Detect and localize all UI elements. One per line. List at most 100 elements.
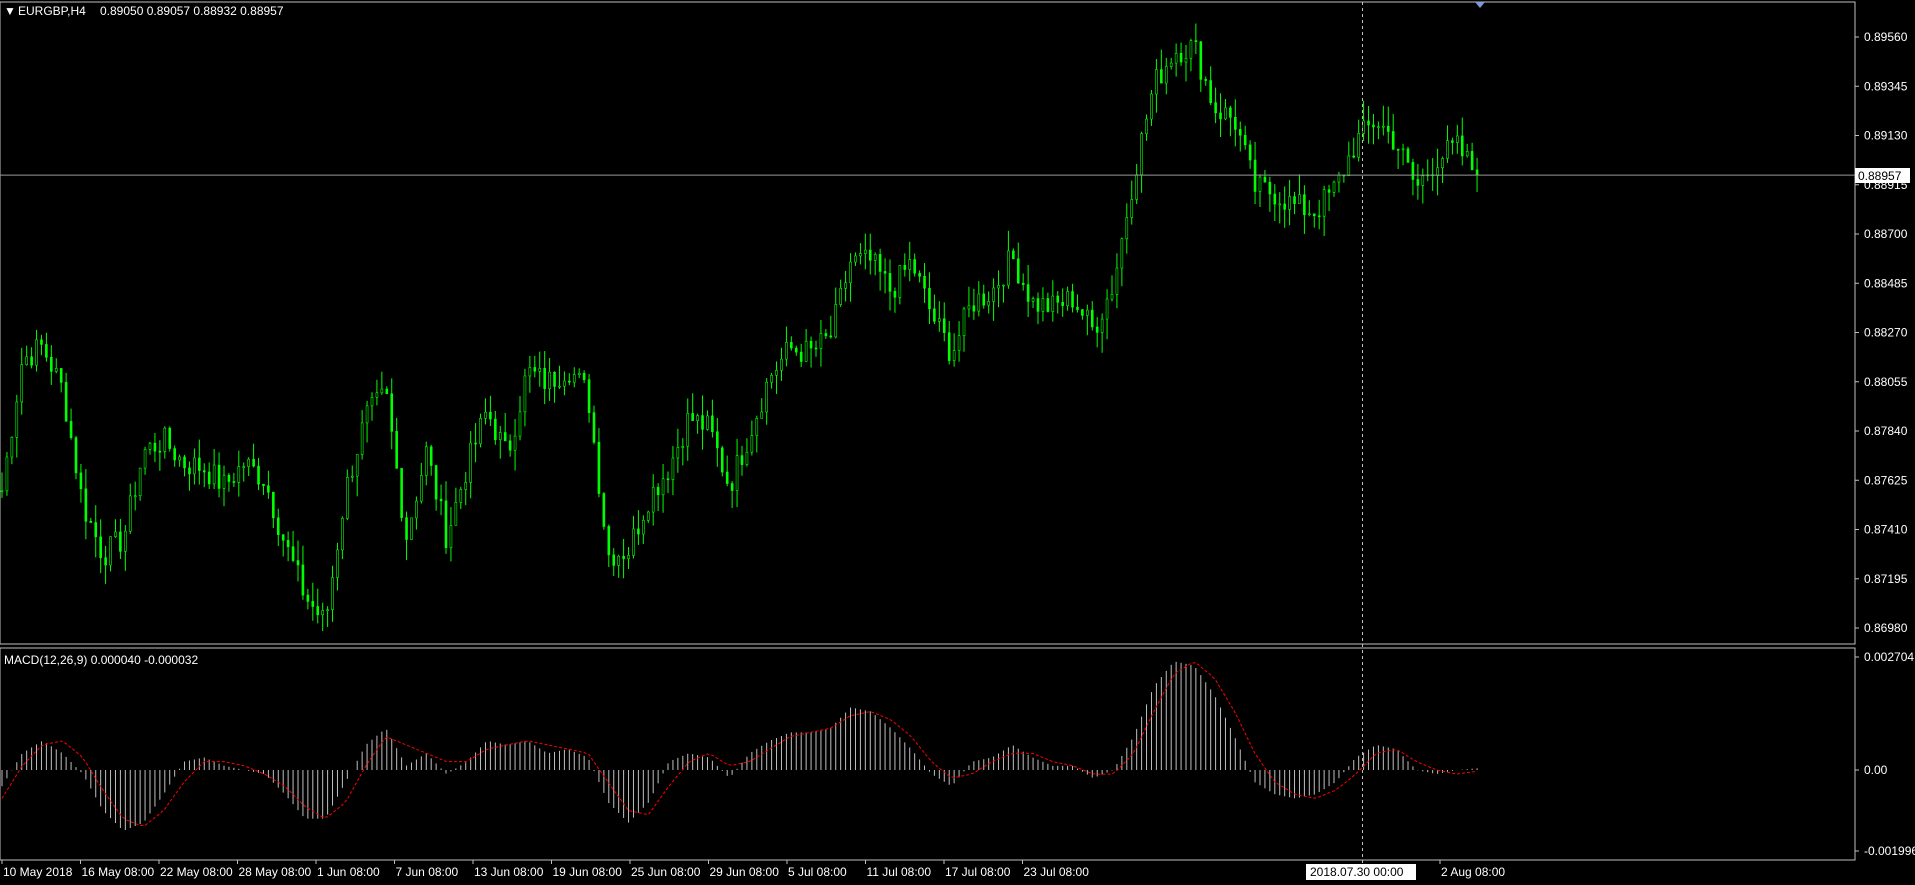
candle-body xyxy=(883,271,887,274)
candle-body xyxy=(834,304,838,338)
candle-body xyxy=(1224,107,1227,120)
candle-body xyxy=(188,467,191,475)
time-tick-label: 5 Jul 08:00 xyxy=(788,865,847,879)
candle-body xyxy=(1357,133,1360,158)
candle-body xyxy=(725,471,729,484)
price-tick-label: 0.89560 xyxy=(1864,30,1908,44)
candle-body xyxy=(1204,79,1208,81)
candle-body xyxy=(454,501,458,526)
macd-tick-label: -0.001996 xyxy=(1864,844,1915,858)
candle-body xyxy=(982,293,986,306)
price-tick-label: 0.88485 xyxy=(1864,276,1908,290)
candle-body xyxy=(938,318,941,322)
candle xyxy=(5,451,9,496)
candle-body xyxy=(558,385,561,388)
candle-body xyxy=(873,254,877,261)
candle-body xyxy=(523,375,527,413)
time-tick-label: 28 May 08:00 xyxy=(239,865,312,879)
candle-body xyxy=(133,495,137,497)
candle-body xyxy=(1322,189,1326,217)
candle-body xyxy=(89,520,93,523)
candle-body xyxy=(59,368,63,383)
candle-body xyxy=(360,422,364,455)
candle-body xyxy=(1416,179,1420,186)
candle-body xyxy=(217,464,221,489)
candle-body xyxy=(1056,295,1060,303)
candle-body xyxy=(1110,294,1114,300)
candle-body xyxy=(54,368,58,372)
candle-body xyxy=(424,446,428,476)
candle-body xyxy=(1145,118,1148,134)
price-tick-label: 0.88700 xyxy=(1864,227,1908,241)
candle-body xyxy=(0,490,4,493)
candle-body xyxy=(711,415,714,433)
candle-body xyxy=(1199,41,1203,80)
candle-body xyxy=(868,249,872,261)
time-tick-label: 11 Jul 08:00 xyxy=(867,865,932,879)
candle-body xyxy=(1086,309,1089,316)
candle-body xyxy=(247,458,250,467)
candle-body xyxy=(143,449,147,469)
candle-body xyxy=(671,457,675,480)
candle-body xyxy=(64,382,68,422)
time-tick-label: 29 Jun 08:00 xyxy=(710,865,780,879)
candle-body xyxy=(543,367,546,389)
candle-body xyxy=(1125,217,1129,240)
candle-body xyxy=(1332,181,1336,193)
candle-body xyxy=(612,554,616,566)
time-tick-label: 2 Aug 08:00 xyxy=(1441,865,1505,879)
candle-body xyxy=(790,342,793,349)
current-price-label: 0.88957 xyxy=(1858,169,1902,183)
candle xyxy=(479,413,482,448)
candle-body xyxy=(207,471,211,485)
candle-body xyxy=(459,489,463,503)
candle-body xyxy=(582,373,586,380)
price-tick-label: 0.89130 xyxy=(1864,129,1908,143)
candle-body xyxy=(888,273,892,292)
candle-body xyxy=(1317,215,1321,218)
candle-body xyxy=(1071,291,1074,308)
chart-background xyxy=(0,0,1915,885)
candle-body xyxy=(489,411,492,420)
candle-body xyxy=(138,467,142,496)
candle-body xyxy=(331,577,334,610)
candle-body xyxy=(1347,155,1351,176)
candle-body xyxy=(434,465,438,500)
candle-body xyxy=(1253,159,1257,192)
candle-body xyxy=(474,442,477,445)
candle-body xyxy=(104,557,107,566)
candle-body xyxy=(262,483,265,487)
candle-body xyxy=(326,609,329,611)
candle-body xyxy=(785,342,788,360)
candle-body xyxy=(1401,148,1405,151)
time-tick-label: 7 Jun 08:00 xyxy=(396,865,459,879)
candle-body xyxy=(1135,174,1138,200)
candle-body xyxy=(370,396,374,407)
candle-body xyxy=(1066,291,1069,306)
candle-body xyxy=(40,339,43,345)
price-tick-label: 0.88055 xyxy=(1864,375,1908,389)
candle-body xyxy=(1273,193,1277,205)
candle-body xyxy=(69,421,73,438)
candle-body xyxy=(1367,120,1370,126)
price-tick-label: 0.87410 xyxy=(1864,523,1908,537)
candle-body xyxy=(242,466,246,468)
candle xyxy=(346,469,349,521)
candle-body xyxy=(405,517,408,540)
candle-body xyxy=(1238,129,1242,136)
candle-body xyxy=(1155,69,1158,95)
candle-body xyxy=(1194,40,1198,42)
chart-dropdown-icon[interactable]: ▼ xyxy=(4,4,16,18)
candle-body xyxy=(1441,158,1444,169)
candle-body xyxy=(222,474,226,489)
candle-body xyxy=(301,564,305,596)
candle-body xyxy=(706,415,709,430)
candle-body xyxy=(681,445,685,448)
candle-body xyxy=(1411,162,1415,180)
time-tick-label: 19 Jun 08:00 xyxy=(553,865,623,879)
candle-body xyxy=(227,474,231,482)
trading-chart[interactable]: 0.895600.893450.891300.889150.887000.884… xyxy=(0,0,1915,885)
candle-body xyxy=(1164,66,1168,84)
candle-body xyxy=(20,364,24,403)
candle-body xyxy=(291,546,295,561)
